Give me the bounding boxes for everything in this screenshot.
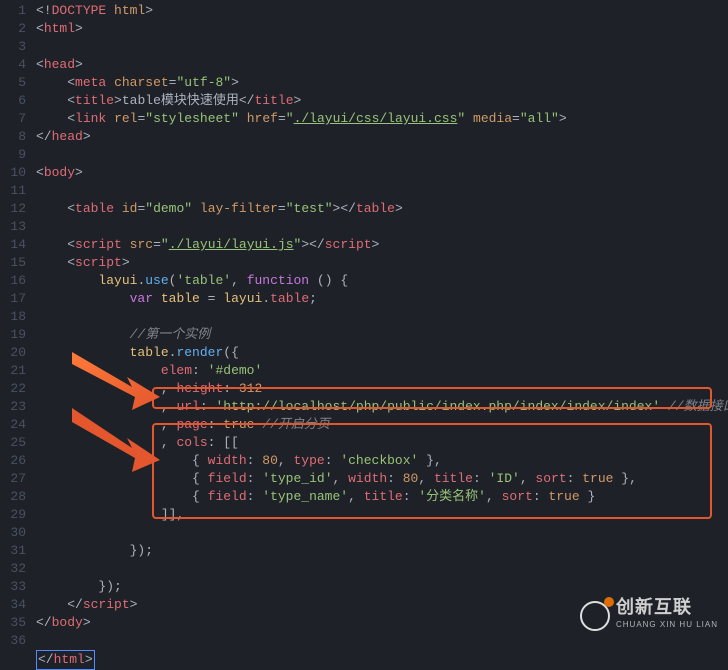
line-number-gutter: 12345678910 11121314151617181920 2122232…: [0, 0, 36, 642]
watermark-sub: CHUANG XIN HU LIAN: [616, 616, 718, 634]
text-cursor: </html>: [36, 650, 95, 670]
page-title-text: table模块快速使用: [122, 93, 239, 108]
stylesheet-href: ./layui/css/layui.css: [294, 111, 458, 126]
comment-paging: //开启分页: [262, 417, 330, 432]
code-content[interactable]: <!DOCTYPE html> <html> <head> <meta char…: [36, 0, 728, 642]
watermark-logo-icon: [580, 601, 610, 631]
watermark-main: 创新互联: [616, 598, 718, 616]
script-src: ./layui/layui.js: [169, 237, 294, 252]
elem-value: #demo: [215, 363, 254, 378]
comment-first-instance: //第一个实例: [130, 327, 211, 342]
code-editor[interactable]: 12345678910 11121314151617181920 2122232…: [0, 0, 728, 642]
comment-data-api: //数据接口: [668, 399, 728, 414]
watermark: 创新互联 CHUANG XIN HU LIAN: [580, 598, 718, 634]
height-value: 312: [239, 381, 262, 396]
url-value: http://localhost/php/public/index.php/in…: [223, 399, 652, 414]
